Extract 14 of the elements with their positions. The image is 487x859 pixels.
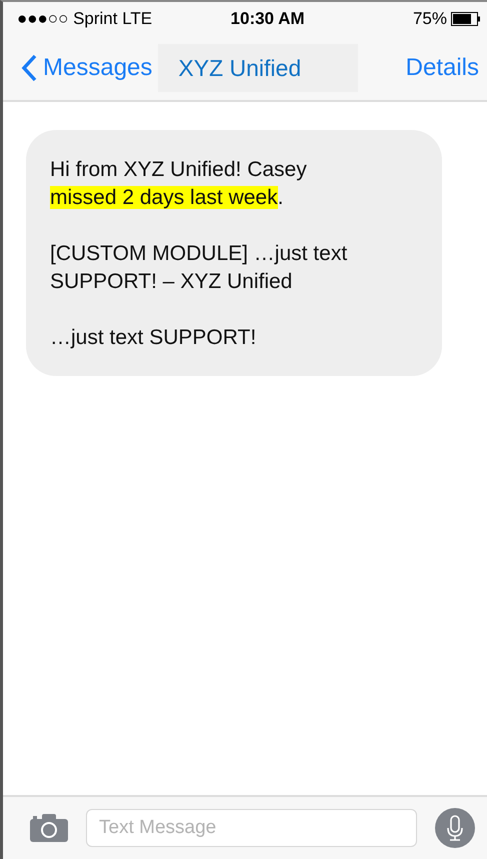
conversation-title: XYZ Unified [158,44,358,92]
camera-icon[interactable] [30,814,68,842]
battery-percent: 75% [412,9,447,29]
details-link[interactable]: Details [406,54,481,82]
carrier-signal: ●●●○○ Sprint LTE [17,9,152,29]
message-input-field[interactable]: Text Message [86,809,417,847]
message-text: …just text SUPPORT! [50,325,258,351]
back-button[interactable]: Messages [21,54,152,82]
microphone-icon[interactable] [435,808,475,848]
message-text: Hi from XYZ Unified! Casey missed 2 days last week. [50,157,308,211]
battery-icon [450,12,481,26]
clock-time: 10:30 AM [230,9,305,29]
chevron-left-icon [21,54,37,82]
message-text: [CUSTOM MODULE] …just text SUPPORT! – XYZ Unified [50,241,348,295]
